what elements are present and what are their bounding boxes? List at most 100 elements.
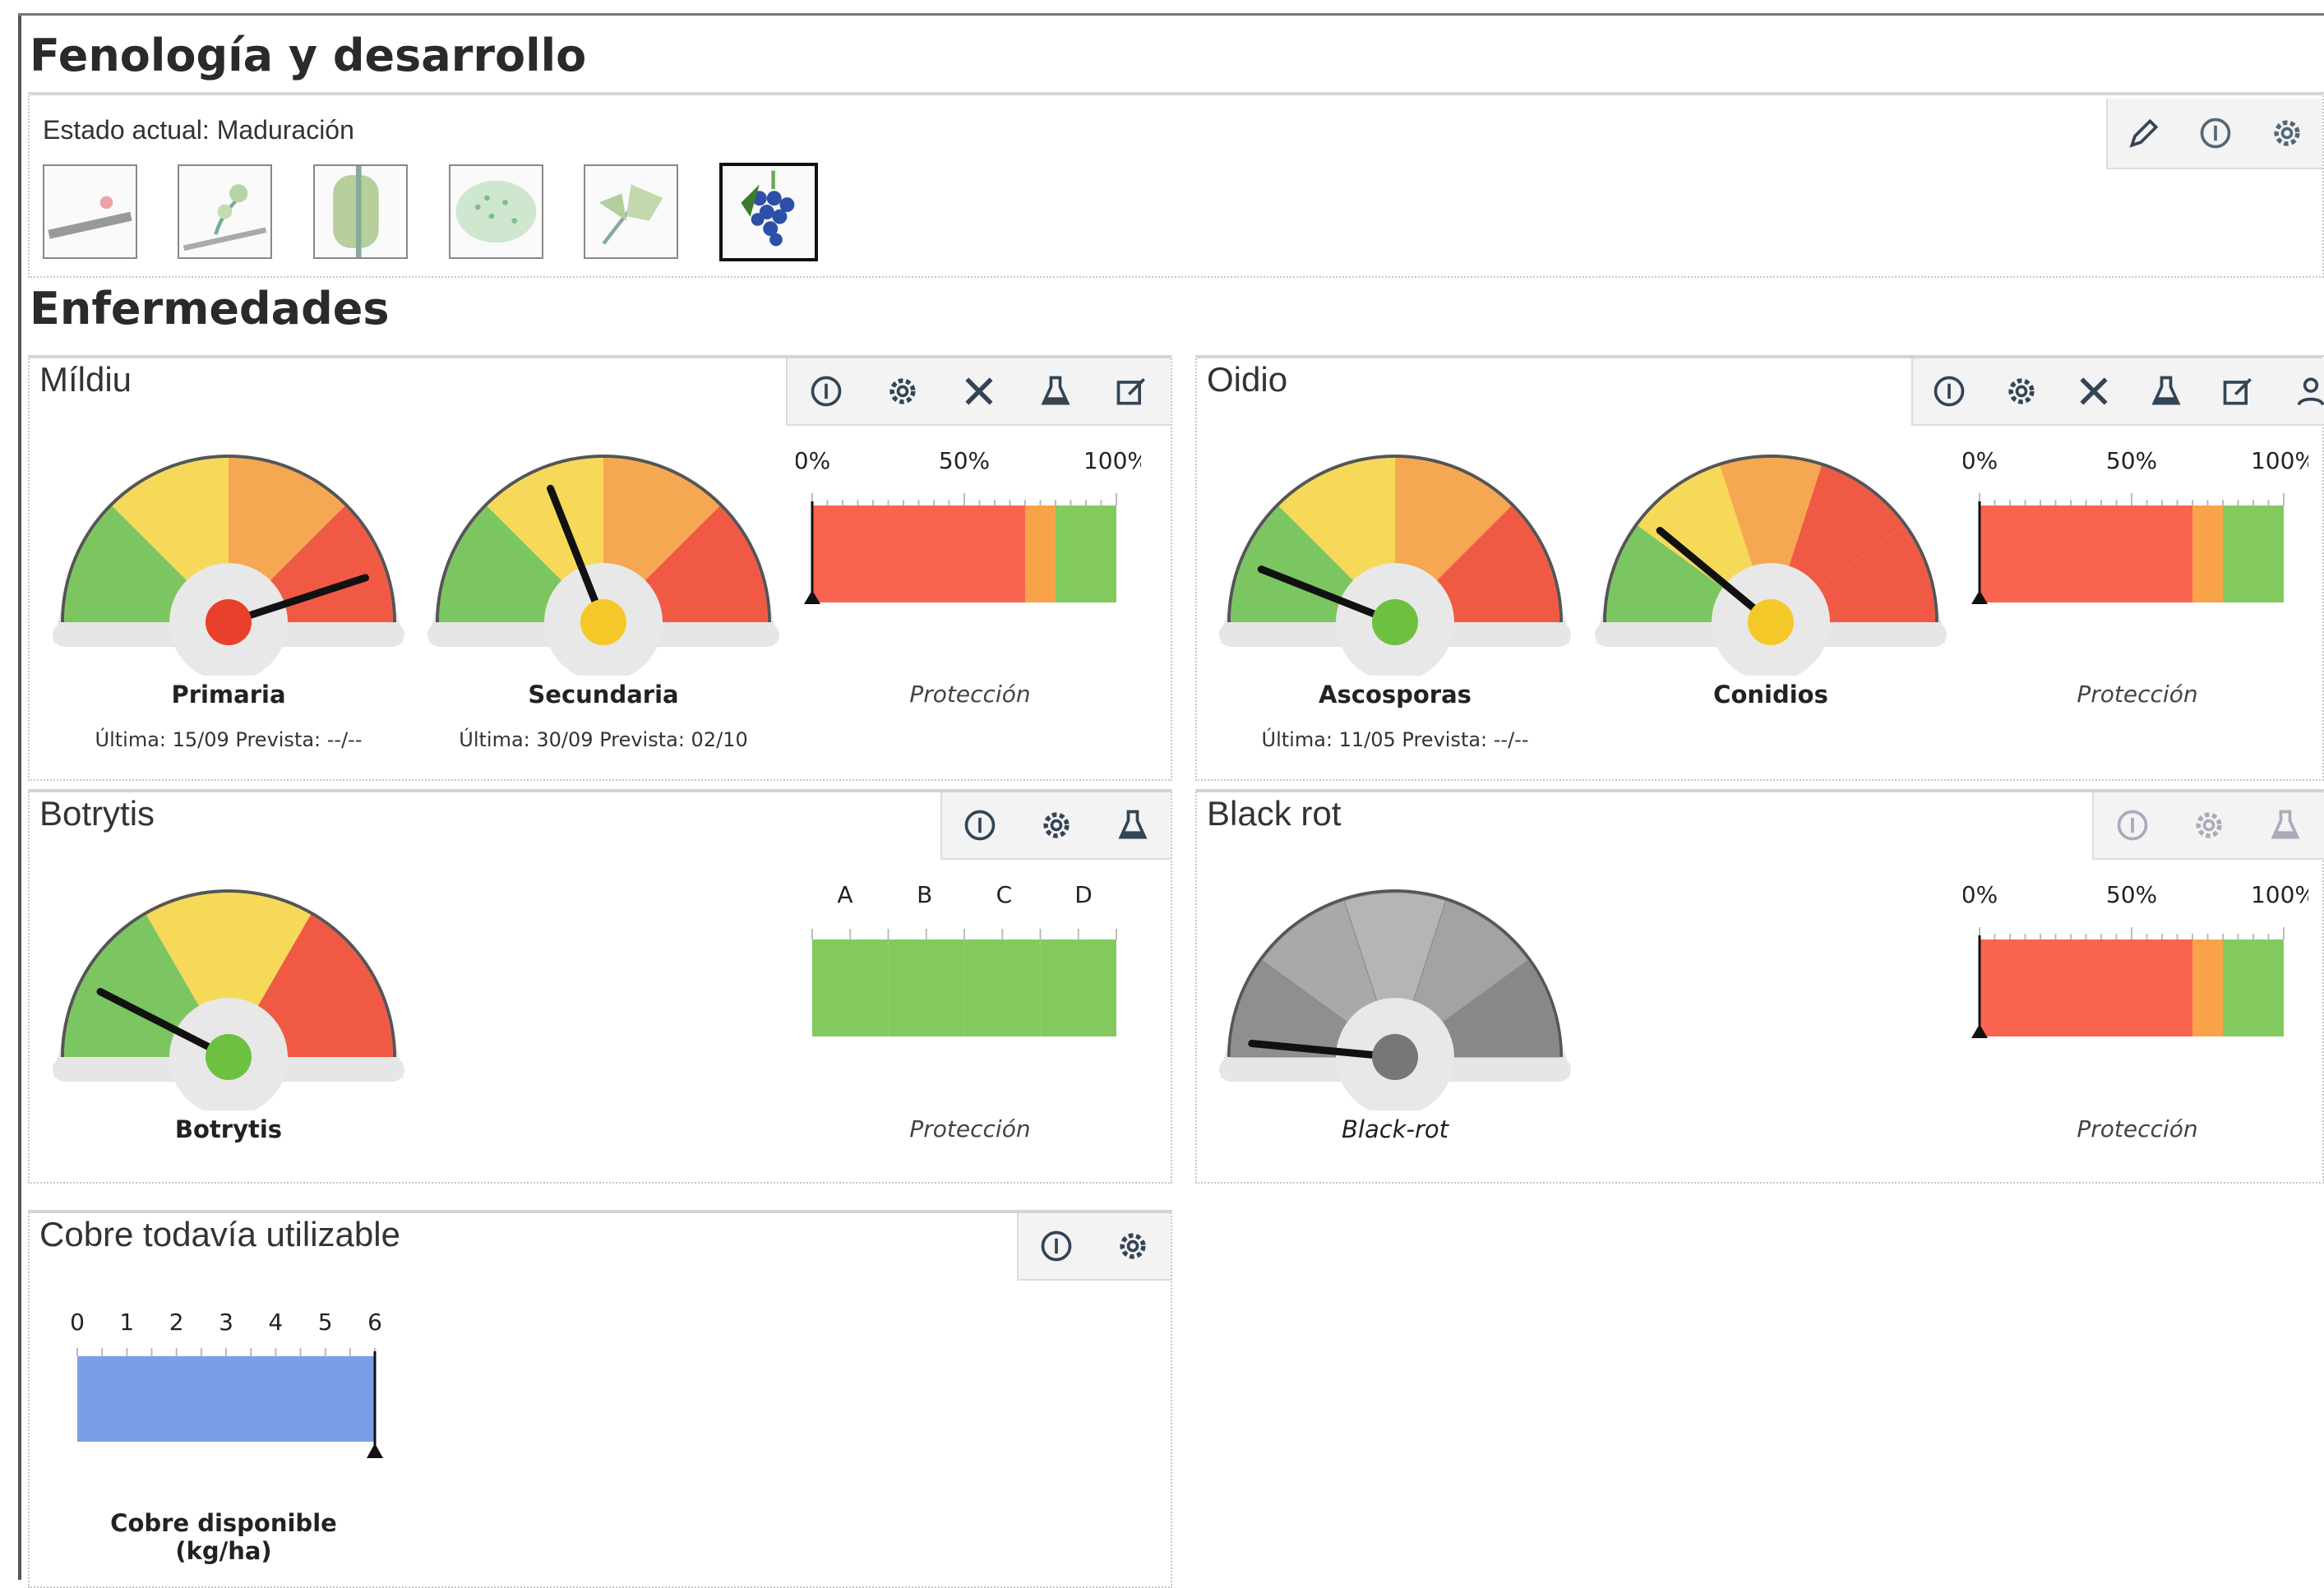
stage-thumbnail-2[interactable] [178,164,272,259]
oidio-proteccion-bar: 0% 50% 100% [1963,447,2308,604]
gear-icon[interactable] [1019,807,1095,843]
gauge-sub-secundaria: Última: 30/09 Prevista: 02/10 [459,728,748,751]
gauge-botrytis [53,889,404,1110]
cobre-bar: 0 1 2 3 4 5 6 [70,1309,383,1458]
gear-icon[interactable] [1985,373,2058,409]
blackrot-toolbar [2092,792,2324,860]
mildiu-proteccion-bar-segment-3 [1056,505,1116,602]
cobre-bar-tick-4: 4 [268,1309,283,1336]
flask-icon[interactable] [1094,807,1171,843]
gear-icon[interactable] [1095,1228,1171,1264]
botrytis-proteccion-bar: A B C D [811,881,1117,1036]
frame-left-border [18,13,21,1580]
gear-icon[interactable] [864,373,940,409]
estado-actual-label: Estado actual: Maduración [43,115,354,145]
botrytis-proteccion-bar-tick-1: B [917,881,932,908]
oidio-proteccion-bar-tick-1: 50% [2106,447,2157,474]
blackrot-proteccion-bar-segment-2 [2192,939,2223,1036]
tools-icon[interactable] [940,373,1017,409]
mildiu-proteccion-bar-tick-2: 100% [1083,447,1141,474]
gauge-primaria-dot [206,599,252,645]
gauge-sub-ascosporas: Última: 11/05 Prevista: --/-- [1261,728,1529,751]
stage-thumbnail-1[interactable] [43,164,137,259]
blackrot-proteccion-bar-tick-2: 100% [2251,881,2308,908]
gear-icon [2170,807,2247,843]
mildiu-title: Míldiu [39,360,132,399]
blackrot-proteccion-caption: Protección [2077,1115,2198,1143]
info-icon[interactable] [788,373,864,409]
info-icon[interactable] [2179,115,2251,151]
mildiu-proteccion-bar: 0% 50% 100% [796,447,1141,604]
mildiu-proteccion-bar-tick-1: 50% [939,447,990,474]
info-icon [2094,807,2170,843]
gauge-ascosporas-dot [1372,599,1418,645]
edit-icon[interactable] [1093,373,1170,409]
cobre-bar-tick-6: 6 [367,1309,382,1336]
fenologia-toolbar [2106,99,2322,169]
oidio-proteccion-bar-segment-2 [2192,505,2223,602]
cobre-bar-tick-0: 0 [70,1309,85,1336]
edit-icon[interactable] [2202,373,2275,409]
botrytis-proteccion-bar-tick-0: A [837,881,852,908]
section-title-enfermedades: Enfermedades [30,283,390,335]
info-icon[interactable] [942,807,1019,843]
flask-icon[interactable] [1017,373,1093,409]
gauge-botrytis-dot [206,1034,252,1080]
stage-thumbnail-3[interactable] [313,164,408,259]
gauge-secundaria [427,455,779,676]
pencil-icon[interactable] [2108,115,2179,151]
gauge-label-primaria: Primaria [171,681,286,709]
oidio-proteccion-bar-segment-1 [1980,505,2192,602]
cobre-bar-fill [77,1356,375,1442]
gauge-ascosporas [1219,455,1571,676]
info-icon[interactable] [1913,373,1985,409]
gauge-blackrot [1219,889,1571,1110]
stage-thumbnail-6-active[interactable] [719,163,818,261]
oidio-toolbar [1911,358,2324,426]
gauge-label-botrytis: Botrytis [174,1115,283,1143]
section-title-fenologia: Fenología y desarrollo [30,30,587,81]
cobre-caption-line2: (kg/ha) [175,1537,272,1565]
blackrot-proteccion-bar: 0% 50% 100% [1963,881,2308,1038]
mildiu-proteccion-caption: Protección [909,681,1031,708]
gauge-sub-primaria: Última: 15/09 Prevista: --/-- [95,728,363,751]
blackrot-proteccion-bar-tick-0: 0% [1963,881,1998,908]
gauge-conidios [1595,455,1947,676]
cobre-bar-tick-5: 5 [318,1309,333,1336]
oidio-proteccion-bar-tick-0: 0% [1963,447,1998,474]
oidio-proteccion-caption: Protección [2077,681,2198,708]
botrytis-title: Botrytis [39,794,155,833]
cobre-caption-line1: Cobre disponible [110,1509,337,1537]
oidio-title: Oidio [1207,360,1288,399]
mildiu-proteccion-bar-segment-2 [1025,505,1056,602]
mildiu-proteccion-bar-tick-0: 0% [796,447,830,474]
oidio-proteccion-bar-tick-2: 100% [2251,447,2308,474]
blackrot-proteccion-bar-tick-1: 50% [2106,881,2157,908]
botrytis-toolbar [940,792,1171,860]
mildiu-proteccion-bar-segment-1 [812,505,1025,602]
botrytis-proteccion-bar-tick-3: D [1074,881,1093,908]
gauge-secundaria-dot [580,599,626,645]
user-icon[interactable] [2275,373,2324,409]
flask-icon [2247,807,2323,843]
gauge-blackrot-dot [1372,1034,1418,1080]
gauge-label-conidios: Conidios [1713,681,1828,709]
info-icon[interactable] [1019,1228,1095,1264]
botrytis-proteccion-bar-tick-2: C [996,881,1013,908]
gauge-label-secundaria: Secundaria [528,681,679,709]
flask-icon[interactable] [2130,373,2202,409]
mildiu-toolbar [786,358,1171,426]
blackrot-proteccion-bar-segment-3 [2223,939,2284,1036]
frame-top-border [18,13,2324,16]
gear-icon[interactable] [2251,115,2322,151]
tools-icon[interactable] [2058,373,2130,409]
gauge-conidios-dot [1748,599,1794,645]
cobre-title: Cobre todavía utilizable [39,1215,400,1253]
stage-thumbnail-4[interactable] [449,164,543,259]
cobre-bar-tick-2: 2 [169,1309,184,1336]
oidio-proteccion-bar-segment-3 [2223,505,2284,602]
cobre-bar-marker [367,1443,383,1458]
cobre-toolbar [1017,1213,1171,1281]
stage-thumbnail-5[interactable] [584,164,678,259]
cobre-bar-tick-1: 1 [119,1309,134,1336]
